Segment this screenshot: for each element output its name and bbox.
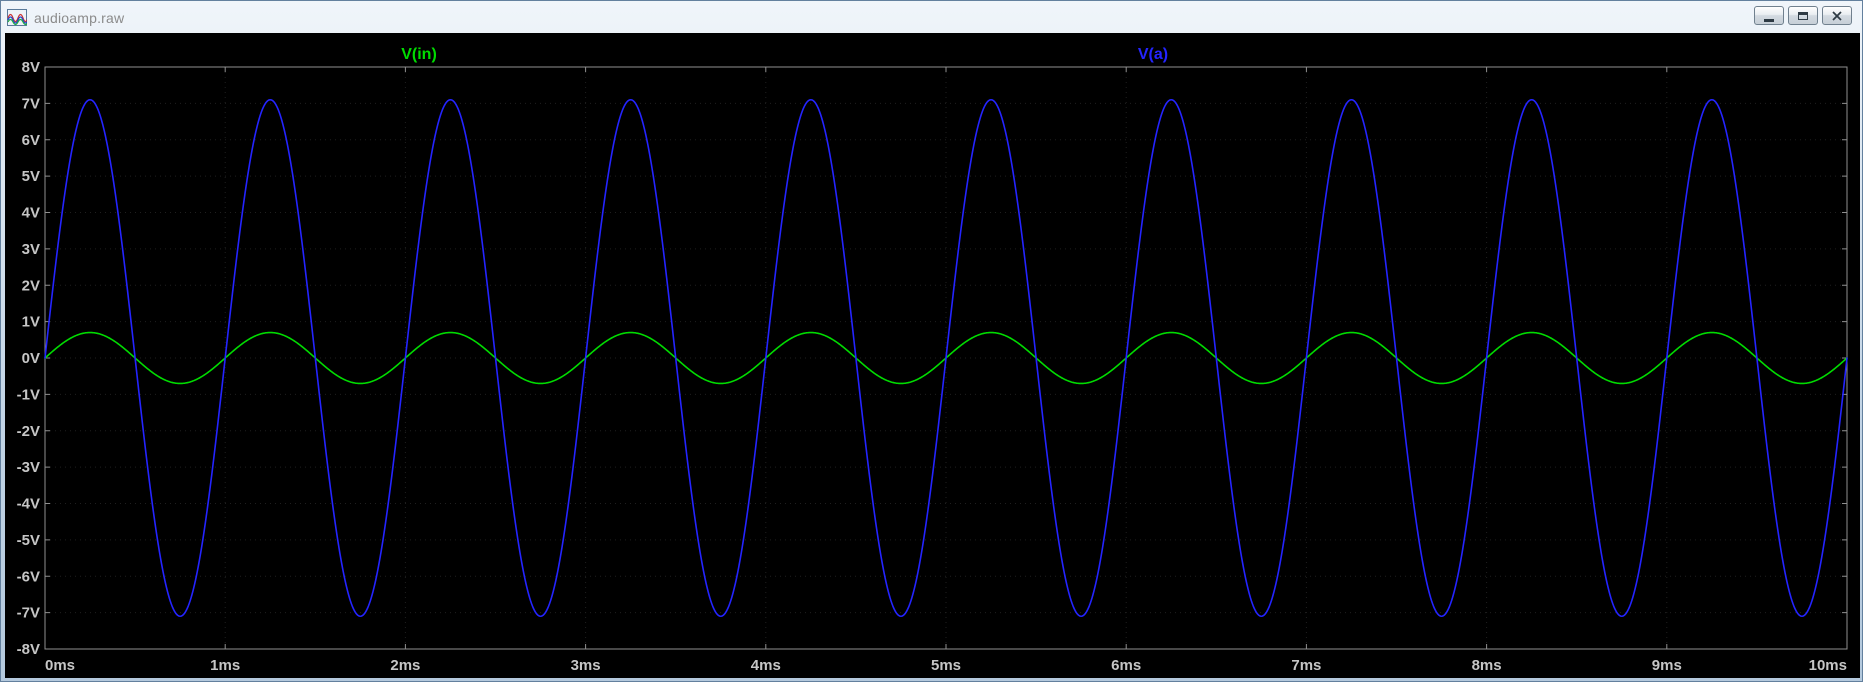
- minimize-button[interactable]: [1754, 6, 1784, 25]
- svg-text:-3V: -3V: [17, 459, 40, 476]
- svg-text:7ms: 7ms: [1291, 657, 1321, 674]
- svg-text:1ms: 1ms: [210, 657, 240, 674]
- app-icon: [7, 9, 29, 26]
- maximize-icon: [1798, 11, 1808, 20]
- svg-text:-2V: -2V: [17, 423, 40, 440]
- app-window: audioamp.raw 0ms 1ms 2ms 3ms 4ms 5ms 6ms 7ms 8ms…: [0, 0, 1863, 682]
- maximize-button[interactable]: [1788, 6, 1818, 25]
- waveform-plot[interactable]: 0ms 1ms 2ms 3ms 4ms 5ms 6ms 7ms 8ms 9ms 10ms 8V 7V 6V…: [5, 33, 1860, 678]
- svg-text:-1V: -1V: [17, 386, 40, 403]
- svg-text:7V: 7V: [22, 95, 40, 112]
- svg-text:-4V: -4V: [17, 496, 40, 513]
- svg-text:-7V: -7V: [17, 605, 40, 622]
- svg-text:V(a): V(a): [1138, 46, 1168, 63]
- svg-text:5ms: 5ms: [931, 657, 961, 674]
- svg-text:8V: 8V: [22, 59, 40, 76]
- window-title: audioamp.raw: [34, 9, 125, 26]
- svg-text:2ms: 2ms: [390, 657, 420, 674]
- window-controls: [1754, 6, 1852, 25]
- svg-text:V(in): V(in): [401, 46, 437, 63]
- svg-text:9ms: 9ms: [1652, 657, 1682, 674]
- close-button[interactable]: [1822, 6, 1852, 25]
- svg-text:-6V: -6V: [17, 568, 40, 585]
- minimize-icon: [1764, 18, 1774, 22]
- svg-text:10ms: 10ms: [1809, 657, 1847, 674]
- svg-text:6ms: 6ms: [1111, 657, 1141, 674]
- svg-text:0ms: 0ms: [45, 657, 75, 674]
- svg-text:1V: 1V: [22, 314, 40, 331]
- svg-text:0V: 0V: [22, 350, 40, 367]
- svg-text:2V: 2V: [22, 277, 40, 294]
- svg-text:3ms: 3ms: [571, 657, 601, 674]
- svg-text:6V: 6V: [22, 132, 40, 149]
- close-icon: [1832, 10, 1842, 21]
- title-bar[interactable]: audioamp.raw: [7, 3, 1856, 32]
- svg-text:4V: 4V: [22, 205, 40, 222]
- waveform-canvas: 0ms 1ms 2ms 3ms 4ms 5ms 6ms 7ms 8ms 9ms 10ms 8V 7V 6V…: [5, 33, 1860, 678]
- svg-text:4ms: 4ms: [751, 657, 781, 674]
- svg-text:3V: 3V: [22, 241, 40, 258]
- svg-text:5V: 5V: [22, 168, 40, 185]
- svg-text:-8V: -8V: [17, 641, 40, 658]
- svg-text:8ms: 8ms: [1472, 657, 1502, 674]
- svg-text:-5V: -5V: [17, 532, 40, 549]
